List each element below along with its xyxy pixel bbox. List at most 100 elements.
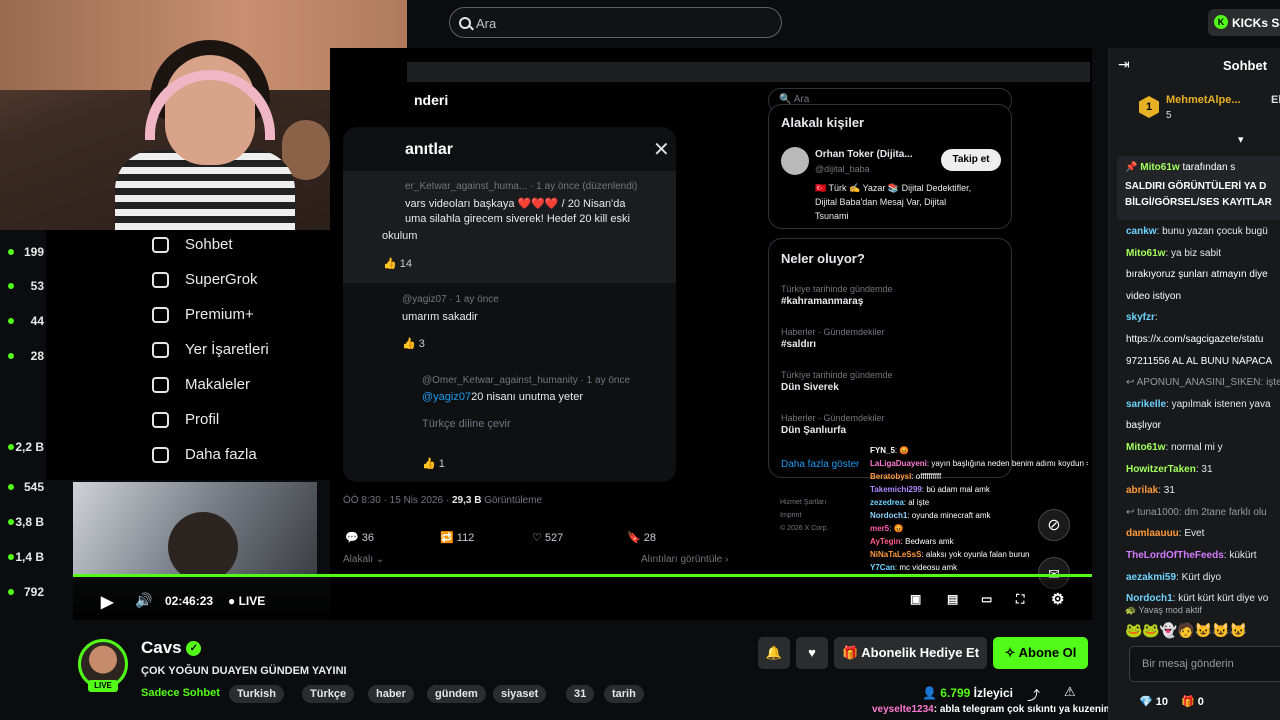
reply-button[interactable]: 💬 36 (345, 531, 374, 544)
chat-message: https://x.com/sagcigazete/statu (1126, 334, 1264, 345)
tag[interactable]: 31 (566, 685, 595, 703)
x-nav-item[interactable]: Yer İşaretleri (152, 341, 269, 358)
settings-gear-icon[interactable]: ⚙ (1051, 590, 1064, 608)
live-badge: LIVE (88, 680, 118, 692)
chat-message: TheLordOfTheFeeds: kükürt (1126, 550, 1257, 561)
overlay-chat-line: zezedrea: al işte (870, 498, 930, 507)
chat-message: aezakmi59: Kürt diyo (1126, 571, 1222, 583)
nav-icon (152, 412, 169, 428)
reply-text: uma silahla girecem siverek! Hedef 20 ki… (405, 213, 630, 225)
category-link[interactable]: Sadece Sohbet (141, 687, 220, 699)
tag[interactable]: gündem (427, 685, 486, 703)
chat-input[interactable]: Bir mesaj gönderin (1129, 646, 1280, 682)
quotes-link[interactable]: Alıntıları görüntüle › (641, 554, 728, 565)
search-bar[interactable]: Ara (449, 7, 782, 38)
follow-button[interactable]: Takip et (941, 149, 1001, 171)
chat-message: skyfzr: (1126, 312, 1158, 324)
tag[interactable]: haber (368, 685, 414, 703)
channel-name[interactable]: Cavs ✓ (141, 638, 202, 658)
x-nav-item[interactable]: Premium+ (152, 306, 254, 323)
fullscreen-icon[interactable]: ⛶ (1016, 592, 1024, 607)
nav-icon (152, 377, 169, 393)
tag[interactable]: Turkish (229, 685, 284, 703)
kick-logo-icon: K (1214, 15, 1228, 29)
collapse-chat-icon[interactable]: ⇥ (1118, 56, 1130, 73)
volume-icon[interactable]: 🔊 (135, 592, 152, 609)
chat-message: ↩ APONUN_ANASINI_SIKEN: işte (1126, 377, 1280, 389)
viewer-count: 3,8 B (0, 515, 44, 529)
show-more-link[interactable]: Daha fazla göster (781, 459, 859, 470)
points-balance[interactable]: 💎 10 (1139, 695, 1168, 708)
expand-icon[interactable]: ▾ (1238, 133, 1244, 146)
viewer-count: 2,2 B (0, 440, 44, 454)
like-button[interactable]: 👍 1 (422, 457, 445, 470)
chat-message: video istiyon (1126, 290, 1182, 302)
chat-message: ↩ tuna1000: dm 2tane farklı olu (1126, 506, 1267, 518)
bookmark-button[interactable]: 🔖 28 (627, 531, 656, 544)
trend-item[interactable]: Dün Siverek (781, 382, 839, 393)
card-title: Neler oluyor? (781, 251, 865, 266)
notification-bell-icon[interactable]: 🔔 (758, 637, 790, 669)
chat-message: başlıyor (1126, 420, 1162, 432)
kicks-label: KICKs Sa (1232, 16, 1280, 30)
like-count: 1 (438, 458, 445, 470)
nav-icon (152, 272, 169, 288)
live-progress-bar[interactable] (73, 574, 1092, 577)
stream-time: 02:46:23 (165, 594, 214, 608)
reply-text: okulum (382, 230, 418, 242)
top-gifter-name[interactable]: MehmetAlpe... (1166, 94, 1241, 106)
theater-icon[interactable]: ▣ (910, 592, 921, 606)
chat-message: Mito61w: normal mi y (1126, 442, 1223, 453)
reply-text: vars videoları başkaya ❤️❤️❤️ / 20 Nisan… (405, 198, 626, 210)
tag[interactable]: siyaset (493, 685, 547, 703)
clip-icon[interactable]: ▭ (981, 592, 992, 606)
nav-icon (152, 237, 169, 253)
trend-item[interactable]: #kahramanmaraş (781, 296, 863, 307)
viewer-count: 👤 6.799 İzleyici (922, 686, 1014, 700)
chat-message: sarikelle: yapılmak istenen yava (1126, 398, 1271, 410)
x-nav-item[interactable]: Profil (152, 411, 219, 428)
x-footer: Hizmet Şartları Imprint © 2026 X Corp. (780, 499, 829, 532)
translate-link[interactable]: Türkçe diline çevir (422, 418, 511, 430)
x-nav-item[interactable]: Sohbet (152, 236, 233, 253)
x-nav-item[interactable]: SuperGrok (152, 271, 258, 288)
sort-dropdown[interactable]: Alakalı ⌄ (343, 554, 384, 565)
tag[interactable]: tarih (604, 685, 644, 703)
modal-title: anıtlar (405, 141, 454, 158)
gift-subscription-button[interactable]: 🎁 Abonelik Hediye Et (834, 637, 987, 669)
pip-icon[interactable]: ▤ (947, 592, 958, 606)
subscribe-button[interactable]: ✧ Abone Ol (993, 637, 1088, 669)
top-gifter-count: 5 (1166, 110, 1172, 121)
chat-message: Mito61w: ya biz sabit (1126, 247, 1222, 259)
like-button[interactable]: ♡ 527 (532, 531, 563, 544)
avatar (781, 147, 809, 175)
reply-meta: @yagiz07 · 1 ay önce (402, 294, 499, 305)
person-name: Orhan Toker (Dijita... (815, 149, 913, 160)
follow-heart-icon[interactable]: ♥ (796, 637, 828, 669)
stream-title: ÇOK YOĞUN DUAYEN GÜNDEM YAYINI (141, 665, 347, 677)
viewer-count: 792 (0, 585, 44, 599)
top-gifter-2[interactable]: El (1271, 94, 1280, 106)
grok-icon[interactable]: ⊘ (1038, 509, 1070, 541)
play-icon[interactable]: ▶ (101, 592, 113, 612)
like-button[interactable]: 👍 3 (402, 337, 425, 350)
live-indicator: ● LIVE (228, 594, 266, 608)
like-button[interactable]: 👍 14 (383, 257, 412, 270)
chat-message: 97211556 AL AL BUNU NAPACA (1126, 355, 1273, 367)
pinned-message: 📌 Mito61w tarafından s SALDIRI GÖRÜNTÜLE… (1117, 156, 1280, 220)
reply-text: 20 nisanı unutma yeter (471, 391, 583, 403)
tag[interactable]: Türkçe (302, 685, 355, 703)
trend-item[interactable]: Dün Şanlıurfa (781, 425, 846, 436)
x-nav-item[interactable]: Daha fazla (152, 446, 257, 463)
x-nav-item[interactable]: Makaleler (152, 376, 250, 393)
trend-item[interactable]: #saldırı (781, 339, 816, 350)
report-icon[interactable]: ⚠ (1064, 684, 1076, 700)
kicks-button[interactable]: K KICKs Sa (1208, 9, 1280, 36)
mention-link[interactable]: @yagiz07 (422, 391, 471, 403)
share-icon[interactable]: ⤴ (1027, 685, 1040, 704)
like-count: 3 (418, 338, 425, 350)
emote-row[interactable]: 🐸🐸👻🧑😺😺😺 (1125, 622, 1247, 639)
gift-balance[interactable]: 🎁 0 (1181, 695, 1204, 708)
repost-button[interactable]: 🔁 112 (440, 531, 474, 544)
close-icon[interactable]: ✕ (653, 137, 670, 162)
